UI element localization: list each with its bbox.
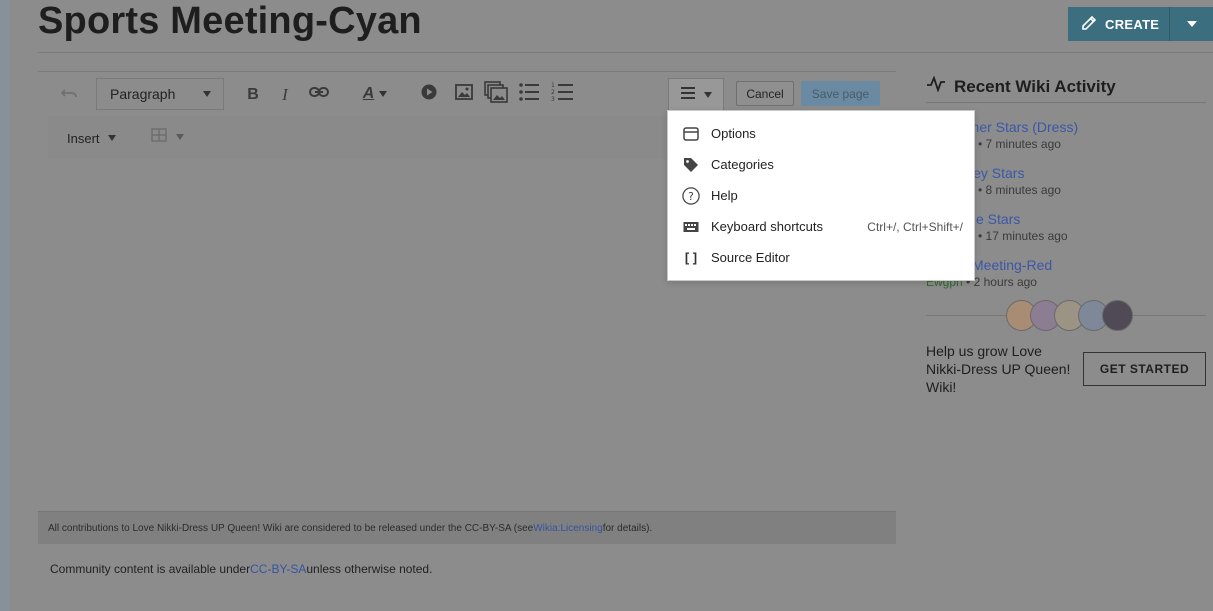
hamburger-icon [680,86,695,104]
menu-item-options[interactable]: Options [668,118,974,149]
page-options-dropdown: Options Categories ? Help Keyboard short… [667,110,975,281]
chevron-down-icon [203,91,211,97]
title-divider [38,52,1213,53]
bold-button[interactable]: B [244,84,262,106]
image-button[interactable] [454,83,474,105]
bullet-list-button[interactable] [519,82,539,106]
activity-time: • 2 hours ago [966,275,1037,289]
menu-item-label: Keyboard shortcuts [711,219,824,234]
recent-activity-heading: Recent Wiki Activity [926,75,1116,97]
format-select-value: Paragraph [110,86,176,102]
community-text-start: Community content is available under [50,562,251,576]
pencil-icon [1080,14,1098,35]
link-button[interactable] [308,85,330,103]
chevron-down-icon [703,92,712,98]
undo-icon [60,86,79,105]
bullet-list-icon [519,82,539,106]
community-text-end: unless otherwise noted. [306,562,433,576]
recent-activity-title: Recent Wiki Activity [954,76,1116,96]
menu-item-keyboard-shortcuts[interactable]: Keyboard shortcuts Ctrl+/, Ctrl+Shift+/ [668,211,974,242]
left-edge-strip [0,0,10,611]
insert-label: Insert [67,130,100,146]
avatar[interactable] [1102,300,1133,331]
menu-item-categories[interactable]: Categories [668,149,974,180]
activity-icon [926,75,946,97]
numbered-list-icon: 123 [551,82,573,107]
chevron-down-icon [379,91,388,97]
insert-menu-button[interactable]: Insert [67,129,116,147]
svg-text:?: ? [688,190,694,203]
activity-meta: • 17 minutes ago [978,229,1068,243]
activity-link[interactable]: ley Stars [970,165,1024,181]
keyboard-icon [682,218,700,236]
activity-meta: • 7 minutes ago [978,137,1061,151]
license-text-start: All contributions to Love Nikki-Dress UP… [48,522,534,534]
cc-by-sa-link[interactable]: CC-BY-SA [250,562,306,576]
gallery-button[interactable] [484,80,508,108]
numbered-list-button[interactable]: 123 [551,82,573,107]
menu-item-label: Source Editor [711,250,790,265]
create-main-button[interactable]: CREATE [1068,7,1171,41]
shortcut-hint: Ctrl+/, Ctrl+Shift+/ [867,219,963,234]
page-title: Sports Meeting-Cyan [38,0,422,42]
svg-text:2: 2 [551,89,555,96]
menu-item-label: Categories [711,157,774,172]
chevron-down-icon [107,135,116,141]
image-icon [455,83,473,105]
text-style-button[interactable]: A [358,83,392,105]
table-icon [151,127,167,147]
media-button[interactable] [420,84,438,105]
format-select[interactable]: Paragraph [96,78,224,110]
activity-link[interactable]: Meeting-Red [972,257,1052,273]
activity-meta: • 8 minutes ago [978,183,1061,197]
community-notice: Community content is available under CC-… [38,544,896,594]
menu-item-label: Options [711,126,756,141]
tag-icon [682,156,700,174]
create-label: CREATE [1105,16,1160,32]
svg-text:3: 3 [551,96,555,102]
table-button[interactable] [151,127,184,147]
grow-wiki-text: Help us grow Love Nikki-Dress UP Queen! … [926,343,1071,395]
menu-item-source-editor[interactable]: [ ] Source Editor [668,242,974,273]
undo-button[interactable] [60,86,80,104]
play-icon [421,84,437,105]
get-started-button[interactable]: GET STARTED [1083,352,1206,386]
cancel-button[interactable]: Cancel [736,81,794,106]
license-notice: All contributions to Love Nikki-Dress UP… [38,511,896,544]
source-icon: [ ] [684,250,698,265]
help-icon: ? [682,186,700,205]
gallery-icon [484,80,508,108]
licensing-link[interactable]: Wikia:Licensing [533,523,602,534]
menu-item-help[interactable]: ? Help [668,180,974,211]
italic-icon: I [282,85,288,104]
chevron-down-icon [176,134,184,140]
license-text-end: for details). [602,522,653,534]
svg-text:1: 1 [551,82,555,89]
page-options-menu-button[interactable] [668,78,724,112]
italic-button[interactable]: I [278,84,292,106]
text-style-icon: A [362,85,375,102]
create-dropdown-toggle[interactable] [1170,7,1213,41]
chevron-down-icon [1186,21,1197,27]
link-icon [309,85,329,103]
options-icon [682,125,700,143]
activity-link[interactable]: e Stars [976,211,1020,227]
rail-divider [926,102,1206,103]
save-page-button[interactable]: Save page [801,81,880,106]
create-button[interactable]: CREATE [1068,7,1213,41]
menu-item-label: Help [711,188,738,203]
bold-icon: B [247,86,259,103]
